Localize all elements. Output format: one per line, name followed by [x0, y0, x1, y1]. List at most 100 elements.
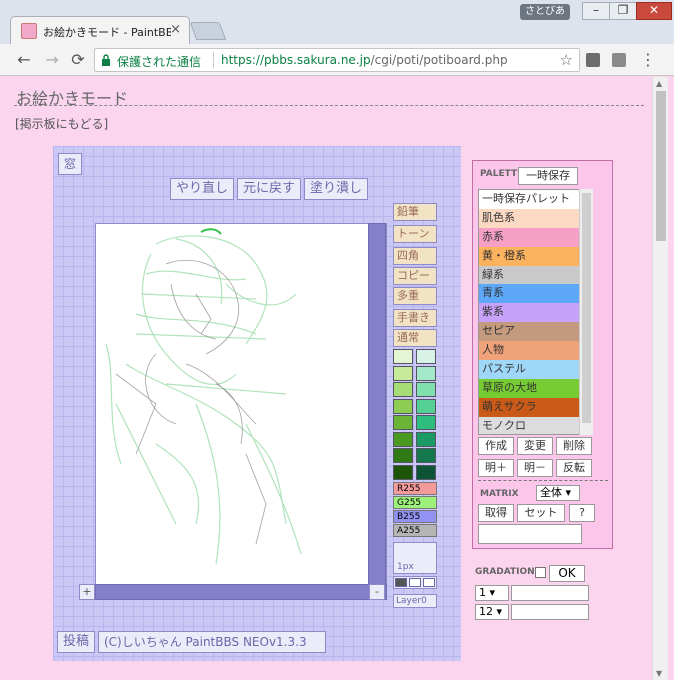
mask-option[interactable]	[423, 578, 435, 587]
maximize-button[interactable]: ❐	[609, 2, 637, 20]
tool-normal[interactable]: 通常	[393, 329, 437, 347]
palette-item[interactable]: 紫系	[479, 303, 592, 323]
matrix-textarea[interactable]	[478, 524, 582, 544]
help-button[interactable]: ?	[569, 504, 595, 522]
color-swatch[interactable]	[416, 382, 436, 397]
fill-button[interactable]: 塗り潰し	[304, 178, 368, 200]
scroll-thumb[interactable]	[656, 91, 666, 241]
color-swatch[interactable]	[416, 448, 436, 463]
tool-copy[interactable]: コピー	[393, 267, 437, 285]
redo-button[interactable]: やり直し	[170, 178, 234, 200]
brightness-down-button[interactable]: 明－	[517, 459, 553, 477]
scroll-down-icon[interactable]: ▼	[656, 669, 662, 678]
layer-selector[interactable]: Layer0	[393, 594, 437, 608]
color-swatch[interactable]	[416, 464, 436, 480]
palette-item[interactable]: 草原の大地	[479, 378, 592, 398]
palette-list[interactable]: 一時保存パレット 肌色系 赤系 黄・橙系 緑系 青系 紫系 セピア 人物 パステル 草原の大地 萌えサ…	[478, 189, 593, 435]
mask-mode-selector[interactable]	[393, 576, 437, 589]
gradation-checkbox[interactable]	[535, 567, 546, 578]
close-window-button[interactable]: ✕	[636, 2, 672, 20]
mask-option[interactable]	[395, 578, 407, 587]
scroll-up-icon[interactable]: ▲	[656, 79, 662, 88]
profile-badge[interactable]: さとびあ	[520, 4, 570, 20]
color-swatch[interactable]	[393, 415, 413, 430]
color-swatch[interactable]	[416, 365, 436, 381]
color-swatch[interactable]	[393, 448, 413, 463]
get-matrix-button[interactable]: 取得	[478, 504, 514, 522]
gradation-select-2[interactable]: 12 ▾	[475, 604, 509, 620]
zoom-in-button[interactable]: +	[79, 584, 95, 600]
palette-item[interactable]: 一時保存パレット	[479, 190, 592, 209]
gradation-field-2[interactable]	[511, 604, 589, 620]
color-swatch[interactable]	[416, 431, 436, 447]
gradation-select-1[interactable]: 1 ▾	[475, 585, 509, 601]
gradation-ok-button[interactable]: OK	[549, 565, 585, 582]
reload-icon[interactable]: ⟳	[68, 50, 88, 70]
alpha-slider[interactable]: A255	[393, 524, 437, 537]
back-icon[interactable]: ←	[14, 50, 34, 70]
set-matrix-button[interactable]: セット	[517, 504, 565, 522]
palette-item[interactable]: 赤系	[479, 227, 592, 247]
browser-tab[interactable]: お絵かきモード - PaintBBS ×	[10, 16, 190, 44]
temp-save-button[interactable]: 一時保存	[518, 167, 578, 185]
matrix-select[interactable]: 全体 ▾	[536, 485, 580, 501]
tab-close-icon[interactable]: ×	[170, 22, 181, 37]
new-tab-button[interactable]	[189, 22, 227, 40]
zoom-out-button[interactable]: -	[369, 584, 385, 600]
color-swatch[interactable]	[393, 398, 413, 414]
tool-pencil[interactable]: 鉛筆	[393, 203, 437, 221]
forward-icon[interactable]: →	[42, 50, 62, 70]
scroll-thumb[interactable]	[582, 193, 591, 423]
change-palette-button[interactable]: 変更	[517, 437, 553, 455]
create-palette-button[interactable]: 作成	[478, 437, 514, 455]
color-swatch[interactable]	[416, 349, 436, 364]
brightness-up-button[interactable]: 明＋	[478, 459, 514, 477]
post-button[interactable]: 投稿	[57, 631, 95, 653]
color-swatch[interactable]	[416, 398, 436, 414]
canvas-horizontal-scrollbar[interactable]	[95, 584, 387, 600]
minimize-button[interactable]: –	[582, 2, 610, 20]
color-swatch[interactable]	[416, 415, 436, 430]
color-swatch[interactable]	[393, 431, 413, 447]
extension-icon[interactable]	[612, 53, 626, 67]
color-swatch[interactable]	[393, 382, 413, 397]
tool-rectangle[interactable]: 四角	[393, 247, 437, 265]
color-swatch[interactable]	[393, 464, 413, 480]
undo-button[interactable]: 元に戻す	[237, 178, 301, 200]
back-to-board-link[interactable]: [掲示板にもどる]	[15, 115, 108, 132]
window-mode-button[interactable]: 窓	[58, 153, 82, 175]
extension-icon[interactable]	[586, 53, 600, 67]
mask-option[interactable]	[409, 578, 421, 587]
url-input[interactable]: 保護された通信 https://pbbs.sakura.ne.jp/cgi/po…	[94, 48, 580, 72]
palette-list-scrollbar[interactable]	[579, 189, 593, 435]
palette-item[interactable]: パステル	[479, 360, 592, 379]
palette-item[interactable]: セピア	[479, 322, 592, 342]
tool-multi[interactable]: 多重	[393, 287, 437, 305]
palette-item[interactable]: 緑系	[479, 265, 592, 285]
palette-item[interactable]: 肌色系	[479, 208, 592, 228]
page-scrollbar[interactable]: ▲ ▼	[652, 77, 668, 680]
delete-palette-button[interactable]: 削除	[556, 437, 592, 455]
bookmark-star-icon[interactable]: ☆	[560, 51, 573, 69]
canvas-vertical-scrollbar[interactable]	[368, 223, 386, 585]
red-slider[interactable]: R255	[393, 482, 437, 495]
browser-menu-icon[interactable]: ⋮	[640, 50, 656, 69]
page-body: お絵かきモード [掲示板にもどる] 窓 やり直し 元に戻す 塗り潰し + - 鉛…	[0, 77, 652, 680]
palette-panel: PALETTE 一時保存 一時保存パレット 肌色系 赤系 黄・橙系 緑系 青系 紫系 セピア人…	[472, 160, 613, 549]
pen-size-box[interactable]: 1px	[393, 542, 437, 574]
green-slider[interactable]: G255	[393, 496, 437, 509]
matrix-label: MATRIX	[480, 489, 519, 499]
drawing-canvas[interactable]	[95, 223, 387, 585]
palette-item[interactable]: モノクロ	[479, 416, 592, 434]
invert-button[interactable]: 反転	[556, 459, 592, 477]
palette-item[interactable]: 青系	[479, 284, 592, 304]
palette-item[interactable]: 人物	[479, 341, 592, 361]
palette-item[interactable]: 黄・橙系	[479, 246, 592, 266]
blue-slider[interactable]: B255	[393, 510, 437, 523]
palette-item[interactable]: 萌えサクラ	[479, 397, 592, 417]
tool-tone[interactable]: トーン	[393, 225, 437, 243]
gradation-field-1[interactable]	[511, 585, 589, 601]
color-swatch[interactable]	[393, 365, 413, 381]
tool-handwrite[interactable]: 手書き	[393, 309, 437, 327]
color-swatch[interactable]	[393, 349, 413, 364]
